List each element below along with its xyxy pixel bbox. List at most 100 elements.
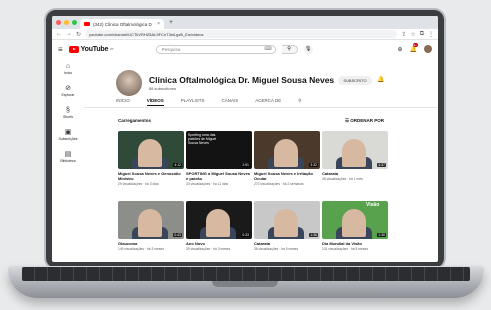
video-title[interactable]: Catarata	[322, 171, 388, 176]
youtube-header: ≡ YouTube PT Pesquisa ⌨ ⚲ 🎙 ⊕ 🔔 9+	[52, 40, 438, 58]
video-title[interactable]: Glaucoma	[118, 241, 184, 246]
sidebar-item-explore[interactable]: ⊘ Explorar	[52, 80, 84, 102]
channel-bell-icon[interactable]: 🔔	[377, 76, 384, 83]
tabs-divider	[84, 107, 438, 108]
thumbnail-overlay-text: Sporting uma das paixões de Miguel Sousa…	[188, 133, 217, 145]
extensions-icon[interactable]: ⧉	[420, 31, 424, 38]
tab-videos[interactable]: VÍDEOS	[146, 98, 164, 106]
browser-tab-title: (342) Clínica Oftalmológica D	[93, 21, 152, 27]
video-duration: 0:43	[173, 233, 182, 237]
video-title[interactable]: Catarata	[254, 241, 320, 246]
browser-tabbar: (342) Clínica Oftalmológica D × +	[52, 16, 438, 29]
sidebar-item-subscriptions[interactable]: ▣ Subscrições	[52, 124, 84, 146]
notifications-button[interactable]: 🔔 9+	[409, 42, 418, 53]
video-card[interactable]: 1:36 Catarata 38 visualizações · há 5 mese…	[254, 201, 320, 265]
laptop-notch	[212, 281, 278, 287]
video-thumbnail[interactable]: 1:36	[254, 201, 320, 239]
sort-label: ORDENAR POR	[350, 118, 385, 123]
video-grid: 4:12 Miguel Sousa Neves e Genosídio Minis…	[118, 131, 428, 265]
video-card[interactable]: 0:43 Glaucoma 149 visualizações · há 3 mes…	[118, 201, 184, 265]
subscribe-button[interactable]: SUBSCRITO	[338, 76, 372, 85]
shorts-icon: §	[66, 107, 70, 114]
video-thumbnail[interactable]: Sporting uma das paixões de Miguel Sousa…	[186, 131, 252, 169]
video-meta: 33 visualizações · há 11 dias	[186, 182, 229, 186]
logo-text: YouTube	[80, 45, 109, 53]
search-icon: ⚲	[287, 46, 291, 52]
search-button[interactable]: ⚲	[281, 44, 298, 54]
tab-home[interactable]: INÍCIO	[116, 98, 130, 106]
create-video-icon[interactable]: ⊕	[397, 46, 402, 53]
compass-icon: ⊘	[65, 85, 71, 92]
youtube-logo[interactable]: YouTube PT	[68, 45, 114, 53]
video-card[interactable]: 4:37 Catarata 46 visualizações · há 1 mês	[322, 131, 388, 195]
maximize-window-icon[interactable]	[72, 20, 77, 25]
video-card[interactable]: 4:12 Miguel Sousa Neves e Genosídio Minis…	[118, 131, 184, 195]
video-meta: 149 visualizações · há 3 meses	[118, 247, 164, 251]
video-title[interactable]: Ano Novo	[186, 241, 252, 246]
video-duration: 2:51	[241, 163, 250, 167]
share-icon[interactable]: ⇪	[401, 31, 406, 38]
reload-icon[interactable]: ↻	[76, 31, 81, 38]
bookmark-star-icon[interactable]: ☆	[410, 31, 415, 38]
header-actions: ⊕ 🔔 9+	[397, 42, 432, 53]
close-window-icon[interactable]	[56, 20, 61, 25]
sidebar: ⌂ Início ⊘ Explorar § Shorts ▣ Subscriçõ…	[52, 58, 84, 168]
video-duration: 4:37	[377, 163, 386, 167]
search-input[interactable]: Pesquisa ⌨	[155, 44, 276, 54]
mic-icon: 🎙	[304, 46, 312, 52]
tab-about[interactable]: ACERCA DE	[255, 98, 281, 106]
sidebar-item-label: Biblioteca	[60, 159, 76, 163]
keyboard-icon[interactable]: ⌨	[264, 46, 271, 52]
tab-channels[interactable]: CANAIS	[221, 98, 238, 106]
new-tab-button[interactable]: +	[169, 19, 173, 26]
video-title[interactable]: Miguel Sousa Neves e Irritação Ocular	[254, 171, 320, 181]
logo-country: PT	[110, 47, 114, 51]
voice-search-button[interactable]: 🎙	[303, 44, 313, 54]
url-input[interactable]: youtube.com/channel/UCTkVRHZ5AL9FCnT3eiL…	[85, 30, 398, 38]
video-thumbnail[interactable]: 0:43	[118, 201, 184, 239]
video-meta: 38 visualizações · há 5 meses	[254, 247, 299, 251]
video-title[interactable]: Miguel Sousa Neves e Genosídio Ministro	[118, 171, 184, 181]
minimize-window-icon[interactable]	[64, 20, 69, 25]
account-avatar[interactable]	[424, 45, 432, 53]
back-icon[interactable]: ←	[56, 31, 62, 37]
video-card[interactable]: Sporting uma das paixões de Miguel Sousa…	[186, 131, 252, 195]
tab-close-icon[interactable]: ×	[157, 21, 160, 27]
home-icon: ⌂	[65, 63, 71, 70]
presenter-figure	[274, 139, 298, 167]
presenter-figure	[138, 139, 162, 167]
bell-icon: 🔔	[409, 46, 417, 53]
video-duration: 1:36	[309, 233, 318, 237]
video-thumbnail[interactable]: 0:33	[186, 201, 252, 239]
search-placeholder: Pesquisa	[161, 46, 181, 52]
video-thumbnail[interactable]: 4:12	[118, 131, 184, 169]
video-card[interactable]: Visão 1:30 Dia Mundial da Visão 131 visuali…	[322, 201, 388, 265]
laptop-keyboard	[22, 267, 470, 281]
browser-menu-icon[interactable]: ⋮	[428, 31, 434, 38]
video-meta: 273 visualizações · há 2 semanas	[254, 182, 304, 186]
sidebar-item-library[interactable]: ▤ Biblioteca	[52, 146, 84, 168]
video-duration: 1:30	[377, 233, 386, 237]
forward-icon[interactable]: →	[66, 31, 72, 37]
youtube-favicon-icon	[84, 22, 90, 26]
browser-tab[interactable]: (342) Clínica Oftalmológica D ×	[80, 19, 164, 29]
hamburger-menu-icon[interactable]: ≡	[58, 45, 63, 54]
video-thumbnail[interactable]: 3:32	[254, 131, 320, 169]
sidebar-item-shorts[interactable]: § Shorts	[52, 102, 84, 124]
video-title[interactable]: SPORTING a Miguel Sousa Neves e paixão	[186, 171, 252, 181]
video-title[interactable]: Dia Mundial da Visão	[322, 241, 388, 246]
video-thumbnail[interactable]: Visão 1:30	[322, 201, 388, 239]
video-card[interactable]: 3:32 Miguel Sousa Neves e Irritação Ocula…	[254, 131, 320, 195]
video-card[interactable]: 0:33 Ano Novo 39 visualizações · há 3 mese…	[186, 201, 252, 265]
channel-avatar[interactable]	[116, 70, 142, 96]
presenter-figure	[138, 209, 162, 237]
sort-button[interactable]: ☰ ORDENAR POR	[345, 118, 384, 124]
presenter-figure	[206, 209, 230, 237]
video-thumbnail[interactable]: 4:37	[322, 131, 388, 169]
youtube-play-icon	[68, 45, 79, 53]
video-duration: 4:12	[173, 163, 182, 167]
tab-playlists[interactable]: PLAYLISTS	[181, 98, 205, 106]
channel-search-icon[interactable]: ⚲	[298, 98, 301, 106]
sidebar-item-home[interactable]: ⌂ Início	[52, 58, 84, 80]
channel-name: Clínica Oftalmológica Dr. Miguel Sousa N…	[149, 75, 335, 85]
